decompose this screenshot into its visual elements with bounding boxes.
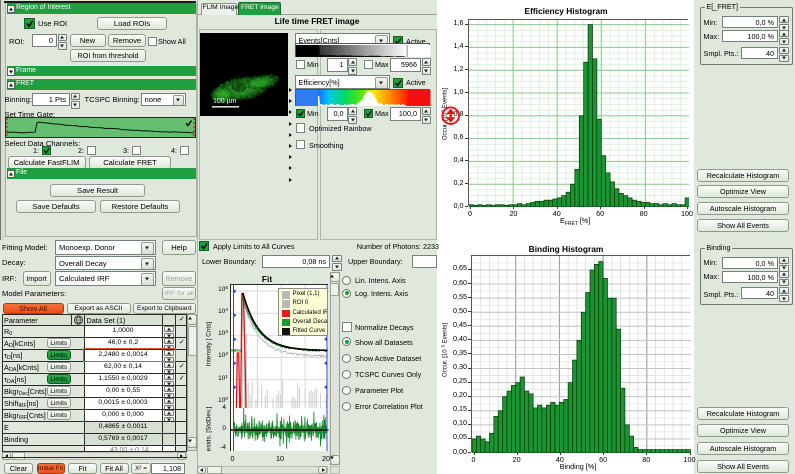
svg-text:100 µm: 100 µm — [213, 98, 237, 105]
